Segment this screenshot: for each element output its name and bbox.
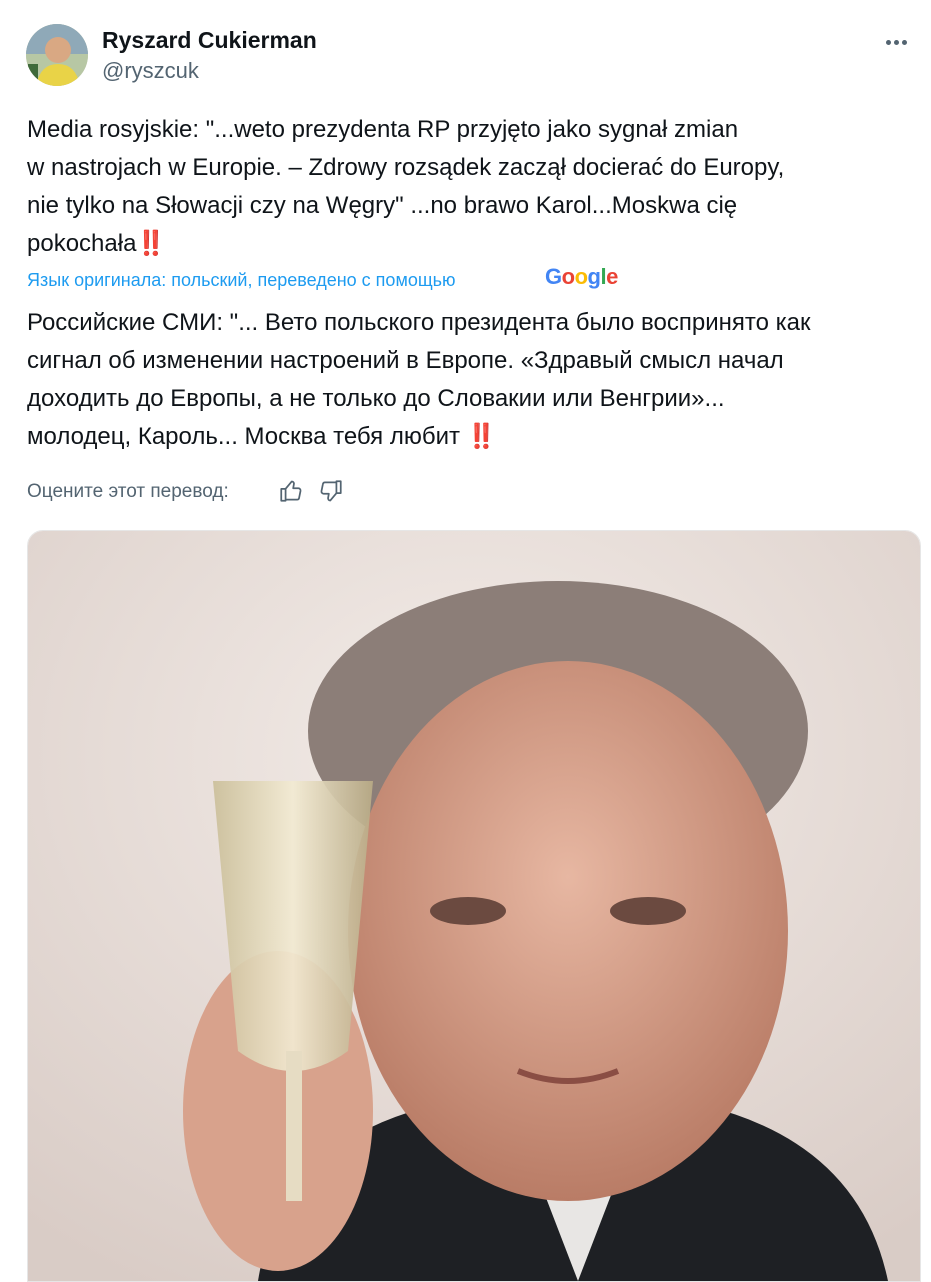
avatar[interactable]: [26, 24, 88, 86]
thumbs-up-icon[interactable]: [278, 478, 306, 506]
author-block: Ryszard Cukierman @ryszcuk: [102, 26, 317, 85]
more-icon[interactable]: [886, 32, 916, 52]
rate-translation-label: Оцените этот перевод:: [27, 481, 229, 502]
original-text-block: Media rosyjskie: "...weto prezydenta RP …: [27, 111, 917, 263]
translated-text-block: Российские СМИ: "... Вето польского през…: [27, 304, 917, 456]
translated-text: Российские СМИ: "... Вето польского през…: [27, 309, 811, 450]
google-logo: Google: [545, 264, 618, 289]
post-header: Ryszard Cukierman @ryszcuk: [26, 24, 916, 90]
thumbs-down-icon[interactable]: [318, 478, 346, 506]
post-photo[interactable]: [27, 530, 921, 1282]
author-name[interactable]: Ryszard Cukierman: [102, 26, 317, 54]
translation-note[interactable]: Язык оригинала: польский, переведено с п…: [27, 266, 456, 294]
author-handle[interactable]: @ryszcuk: [102, 57, 317, 85]
top-edge: [0, 0, 931, 14]
double-exclamation-icon-2: ‼️: [466, 423, 497, 450]
double-exclamation-icon: ‼️: [136, 230, 166, 257]
